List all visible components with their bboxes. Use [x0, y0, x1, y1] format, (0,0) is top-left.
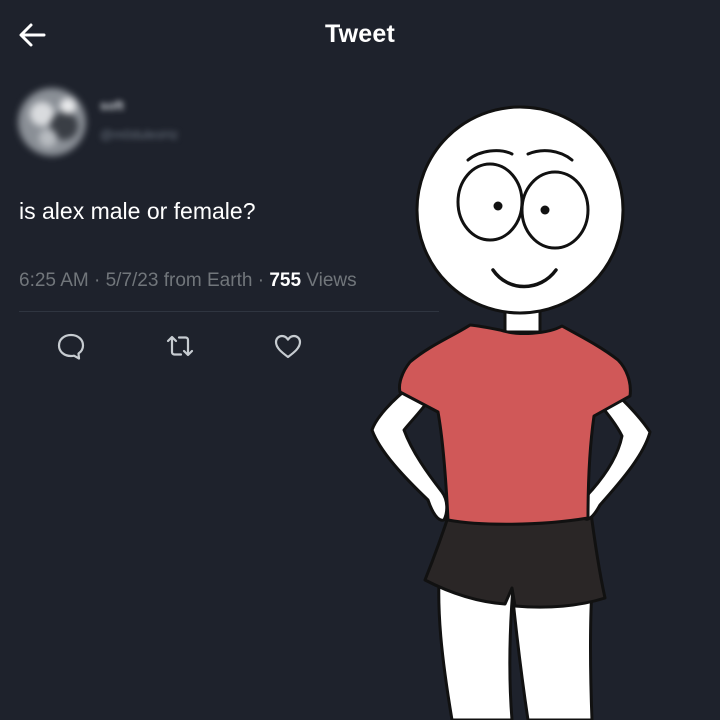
- tweet-date: 5/7/23: [105, 270, 159, 291]
- retweet-button[interactable]: [164, 330, 196, 362]
- tweet-meta: 6:25 AM · 5/7/23 from Earth · 755 Views: [19, 270, 357, 291]
- tweet-time: 6:25 AM: [19, 270, 89, 291]
- like-button[interactable]: [272, 330, 304, 362]
- reply-button[interactable]: [55, 330, 87, 362]
- top-bar: Tweet: [0, 0, 720, 70]
- reply-icon: [57, 333, 85, 360]
- views-label: Views: [306, 270, 357, 291]
- tweet-text: is alex male or female?: [19, 198, 256, 224]
- tweet-source: from Earth: [163, 270, 253, 291]
- heart-icon: [274, 334, 302, 359]
- avatar[interactable]: [18, 88, 86, 156]
- author-handle[interactable]: @m0dulesHz: [100, 127, 178, 142]
- divider: [19, 311, 439, 312]
- avatar-image: [18, 88, 86, 156]
- views-count: 755: [269, 270, 302, 291]
- retweet-icon: [166, 335, 194, 357]
- page-title: Tweet: [325, 20, 395, 48]
- author-display-name[interactable]: soft: [100, 98, 124, 113]
